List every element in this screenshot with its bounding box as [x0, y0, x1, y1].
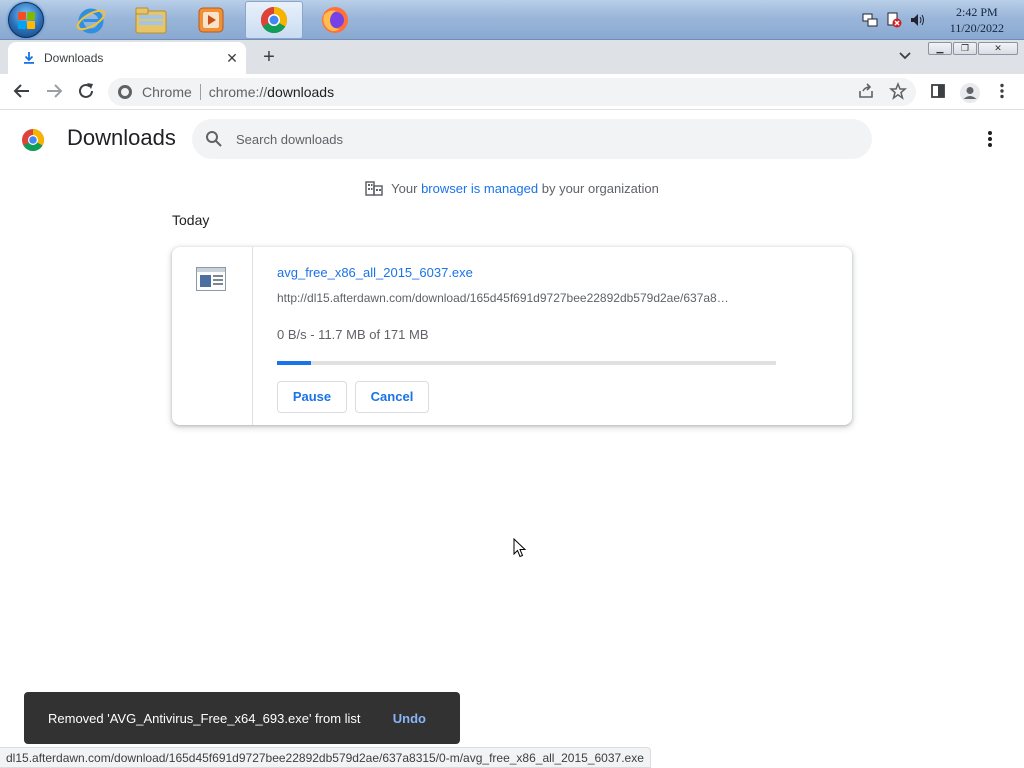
- action-center-icon[interactable]: [886, 12, 902, 28]
- windows-taskbar: 2:42 PM 11/20/2022: [0, 0, 1024, 40]
- chrome-page-icon: [118, 85, 132, 99]
- restore-button[interactable]: ❐: [953, 42, 977, 55]
- download-icon-column: [172, 247, 253, 425]
- more-actions-menu-icon[interactable]: [980, 127, 1000, 151]
- profile-avatar-icon[interactable]: [958, 82, 982, 103]
- undo-button[interactable]: Undo: [393, 711, 426, 726]
- clock-time: 2:42 PM: [956, 5, 998, 19]
- date-heading: Today: [172, 212, 210, 228]
- tab-search-chevron-icon[interactable]: [896, 48, 914, 66]
- url-prefix: chrome://: [208, 84, 268, 100]
- start-button[interactable]: [8, 2, 44, 38]
- download-source-url: http://dl15.afterdawn.com/download/165d4…: [277, 291, 729, 305]
- address-bar[interactable]: Chrome chrome://downloads: [108, 78, 916, 106]
- cancel-button[interactable]: Cancel: [355, 381, 429, 413]
- taskbar-media-player[interactable]: [182, 1, 240, 39]
- search-downloads-input[interactable]: [236, 129, 836, 149]
- side-panel-icon[interactable]: [928, 82, 948, 102]
- download-progress-fill: [277, 361, 311, 365]
- internet-explorer-icon: [76, 8, 106, 34]
- close-tab-icon[interactable]: ✕: [224, 50, 240, 66]
- chrome-logo-icon: [22, 129, 44, 151]
- pause-button[interactable]: Pause: [277, 381, 347, 413]
- toast-message: Removed 'AVG_Antivirus_Free_x64_693.exe'…: [48, 710, 361, 726]
- share-icon[interactable]: [856, 82, 876, 102]
- download-icon: [24, 52, 34, 64]
- chrome-icon: [260, 6, 288, 34]
- tab-downloads[interactable]: Downloads ✕: [8, 42, 246, 74]
- mouse-cursor-icon: [513, 538, 527, 558]
- page-title: Downloads: [67, 125, 176, 150]
- downloads-header: Downloads: [0, 111, 1024, 167]
- reload-icon[interactable]: [76, 82, 96, 102]
- managed-suffix: by your organization: [538, 181, 659, 196]
- bookmark-star-icon[interactable]: [888, 81, 908, 102]
- download-item-card: avg_free_x86_all_2015_6037.exe http://dl…: [172, 247, 852, 425]
- tab-strip: Downloads ✕ + ▁ ❐ ✕: [0, 40, 1024, 74]
- omnibox-separator: [199, 84, 201, 100]
- managed-prefix: Your: [391, 181, 422, 196]
- download-file-name-link[interactable]: avg_free_x86_all_2015_6037.exe: [277, 265, 473, 280]
- forward-arrow-icon[interactable]: [44, 82, 64, 102]
- close-window-button[interactable]: ✕: [978, 42, 1018, 55]
- browser-toolbar: Chrome chrome://downloads: [0, 74, 1024, 110]
- removed-toast: Removed 'AVG_Antivirus_Free_x64_693.exe'…: [24, 692, 460, 744]
- building-icon: [365, 181, 383, 196]
- search-icon: [206, 131, 222, 147]
- download-progress-text: 0 B/s - 11.7 MB of 171 MB: [277, 327, 429, 342]
- tab-title: Downloads: [44, 51, 104, 65]
- download-progress-bar: [277, 361, 776, 365]
- managed-notice: Your browser is managed by your organiza…: [0, 180, 1024, 196]
- volume-icon[interactable]: [910, 12, 926, 28]
- link-status-bar: dl15.afterdawn.com/download/165d45f691d9…: [0, 747, 651, 768]
- executable-file-icon: [196, 267, 226, 291]
- new-tab-button[interactable]: +: [258, 46, 280, 68]
- media-player-icon: [198, 7, 224, 33]
- url-host: downloads: [267, 84, 335, 100]
- taskbar-chrome[interactable]: [245, 1, 303, 39]
- windows-logo-icon: [18, 12, 36, 30]
- folder-icon: [135, 7, 167, 34]
- network-icon[interactable]: [862, 12, 878, 28]
- system-clock[interactable]: 2:42 PM 11/20/2022: [950, 4, 1004, 36]
- managed-link[interactable]: browser is managed: [421, 181, 538, 196]
- firefox-icon: [322, 7, 348, 33]
- back-arrow-icon[interactable]: [12, 82, 32, 102]
- taskbar-windows-explorer[interactable]: [122, 1, 180, 39]
- taskbar-internet-explorer[interactable]: [62, 1, 120, 39]
- minimize-button[interactable]: ▁: [928, 42, 952, 55]
- clock-date: 11/20/2022: [949, 21, 1004, 35]
- page-scheme-label: Chrome: [142, 84, 192, 100]
- search-downloads-box[interactable]: [192, 119, 872, 159]
- chrome-menu-icon[interactable]: [992, 82, 1012, 102]
- taskbar-firefox[interactable]: [306, 1, 364, 39]
